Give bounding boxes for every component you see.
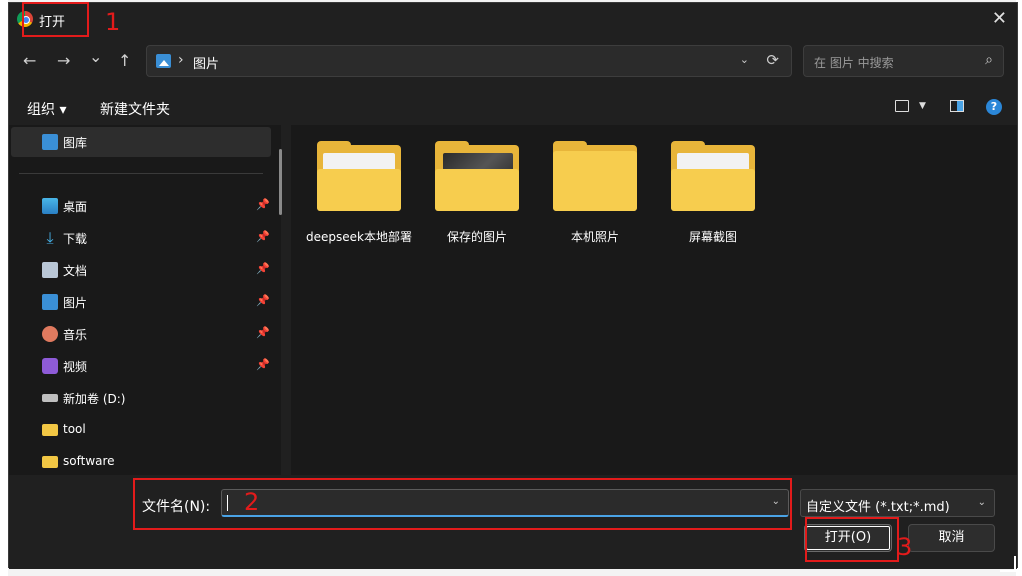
pin-icon[interactable]: 📌 <box>256 198 270 211</box>
sidebar-item-videos[interactable]: 视频 📌 <box>9 351 271 381</box>
folder-icon <box>553 141 637 215</box>
sidebar-item-label: 图片 <box>63 296 88 310</box>
view-dropdown-icon[interactable]: ▼ <box>919 101 926 111</box>
file-list-pane: deepseek本地部署 保存的图片 本机照片 屏幕截图 <box>291 125 1017 475</box>
sidebar-item-music[interactable]: 音乐 📌 <box>9 319 271 349</box>
pictures-icon <box>42 294 58 310</box>
folder-icon <box>42 424 58 436</box>
drive-icon <box>42 394 58 402</box>
sidebar-item-label: 桌面 <box>63 200 88 214</box>
folder-saved-pictures[interactable]: 保存的图片 <box>427 125 527 255</box>
preview-pane-icon[interactable] <box>950 100 964 112</box>
navigation-pane: 图库 桌面 📌 ⤓ 下载 📌 文档 📌 图片 📌 音乐 📌 视频 📌 新加卷 (… <box>9 125 281 475</box>
sidebar-item-tool[interactable]: tool <box>9 415 271 445</box>
pin-icon[interactable]: 📌 <box>256 262 270 275</box>
sidebar-item-label: 新加卷 (D:) <box>63 392 126 406</box>
folder-screenshots[interactable]: 屏幕截图 <box>663 125 763 255</box>
annotation-box-open <box>805 517 899 562</box>
breadcrumb-separator-icon[interactable]: › <box>178 52 184 68</box>
sidebar-item-documents[interactable]: 文档 📌 <box>9 255 271 285</box>
music-icon <box>42 326 58 342</box>
download-icon: ⤓ <box>46 228 54 247</box>
pin-icon[interactable]: 📌 <box>256 358 270 371</box>
refresh-icon[interactable]: ⟳ <box>766 51 779 69</box>
help-icon[interactable]: ? <box>986 99 1002 115</box>
folder-camera-roll[interactable]: 本机照片 <box>545 125 645 255</box>
history-chevron-icon[interactable]: ⌄ <box>89 47 102 66</box>
folder-label: deepseek本地部署 <box>306 230 412 244</box>
search-icon[interactable]: ⌕ <box>985 52 993 68</box>
document-icon <box>42 262 58 278</box>
resize-grip-icon[interactable] <box>1000 556 1016 572</box>
folder-label: 本机照片 <box>570 230 619 244</box>
sidebar-item-downloads[interactable]: ⤓ 下载 📌 <box>9 223 271 253</box>
folder-label: 屏幕截图 <box>688 230 737 244</box>
command-toolbar: 组织 ▾ 新建文件夹 ▼ ? <box>9 91 1017 121</box>
back-arrow-icon[interactable]: ← <box>23 51 36 70</box>
pictures-location-icon <box>156 54 171 68</box>
annotation-number-3: 3 <box>897 533 913 561</box>
up-arrow-icon[interactable]: ↑ <box>118 51 131 70</box>
folder-icon <box>317 141 401 215</box>
organize-menu[interactable]: 组织 ▾ <box>27 99 66 119</box>
sidebar-item-pictures[interactable]: 图片 📌 <box>9 287 271 317</box>
pin-icon[interactable]: 📌 <box>256 230 270 243</box>
filetype-dropdown-icon[interactable]: ⌄ <box>978 497 986 508</box>
folder-icon <box>42 456 58 468</box>
address-bar[interactable]: › 图片 ⌄ ⟳ <box>146 45 792 77</box>
title-bar: 打开 ✕ <box>9 3 1017 35</box>
folder-icon <box>435 141 519 215</box>
folder-label: 保存的图片 <box>446 230 507 244</box>
cancel-button[interactable]: 取消 <box>908 524 995 552</box>
sidebar-item-desktop[interactable]: 桌面 📌 <box>9 191 271 221</box>
search-input[interactable]: 在 图片 中搜索 ⌕ <box>803 45 1004 77</box>
sidebar-item-label: 文档 <box>63 264 88 278</box>
annotation-box-title <box>22 2 89 37</box>
close-icon[interactable]: ✕ <box>992 8 1007 29</box>
breadcrumb-pictures[interactable]: 图片 <box>193 53 219 72</box>
sidebar-item-software[interactable]: software <box>9 447 271 477</box>
sidebar-item-label: 视频 <box>63 360 88 374</box>
view-mode-icon[interactable] <box>895 100 909 112</box>
desktop-icon <box>42 198 58 214</box>
pin-icon[interactable]: 📌 <box>256 294 270 307</box>
search-placeholder: 在 图片 中搜索 <box>814 56 894 70</box>
sidebar-item-label: 音乐 <box>63 328 88 342</box>
pin-icon[interactable]: 📌 <box>256 326 270 339</box>
sidebar-divider <box>19 173 263 174</box>
sidebar-item-drive-d[interactable]: 新加卷 (D:) <box>9 383 271 413</box>
sidebar-item-label: 下载 <box>63 232 88 246</box>
forward-arrow-icon[interactable]: → <box>57 51 70 70</box>
filetype-value: 自定义文件 (*.txt;*.md) <box>806 500 950 515</box>
folder-deepseek[interactable]: deepseek本地部署 <box>306 125 412 255</box>
sidebar-item-label: software <box>63 454 115 468</box>
address-dropdown-icon[interactable]: ⌄ <box>740 53 749 66</box>
sidebar-item-label: 图库 <box>63 136 88 150</box>
folder-icon <box>671 141 755 215</box>
navigation-bar: ← → ⌄ ↑ › 图片 ⌄ ⟳ 在 图片 中搜索 ⌕ <box>9 43 1017 79</box>
gallery-icon <box>42 134 58 150</box>
video-icon <box>42 358 58 374</box>
sidebar-scrollbar[interactable] <box>279 149 282 215</box>
annotation-number-2: 2 <box>244 488 260 516</box>
annotation-number-1: 1 <box>105 8 121 36</box>
sidebar-item-gallery[interactable]: 图库 <box>9 127 271 157</box>
annotation-box-filename <box>133 478 792 530</box>
background-app-left <box>0 0 8 576</box>
new-folder-button[interactable]: 新建文件夹 <box>100 99 170 119</box>
filetype-select[interactable]: 自定义文件 (*.txt;*.md) ⌄ <box>800 489 995 517</box>
sidebar-item-label: tool <box>63 422 86 436</box>
